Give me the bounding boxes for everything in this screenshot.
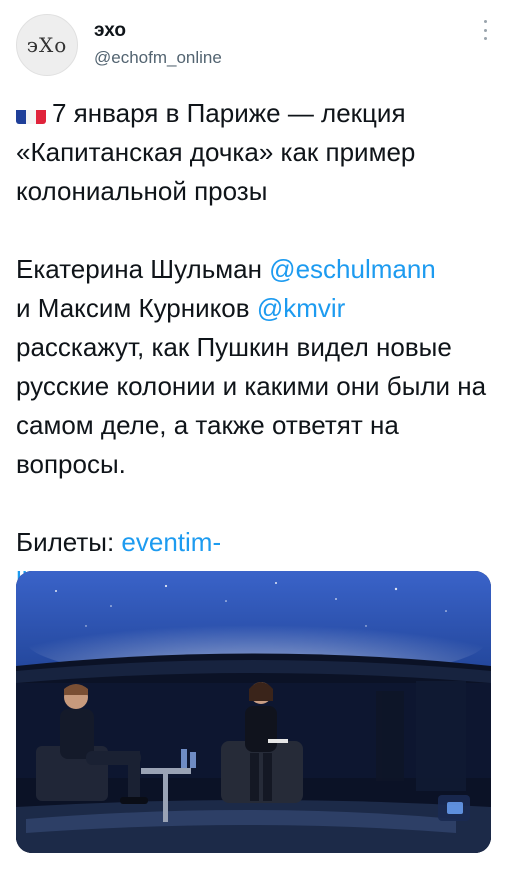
- event-photo-image: [16, 571, 491, 853]
- tweet-text: 7 января в Париже — лекция «Капитанская …: [16, 94, 490, 601]
- tickets-label: Билеты:: [16, 527, 122, 557]
- headline-text: 7 января в Париже — лекция «Капитанская …: [16, 98, 416, 206]
- speaker-name-1: Екатерина Шульман: [16, 254, 270, 284]
- tweet-paragraph-headline: 7 января в Париже — лекция «Капитанская …: [16, 94, 490, 211]
- tweet-media-photo[interactable]: [16, 571, 491, 853]
- mention-link-kmvir[interactable]: @kmvir: [257, 293, 346, 323]
- speaker-name-2: и Максим Курников: [16, 293, 257, 323]
- mention-link-eschulmann[interactable]: @eschulmann: [269, 254, 436, 284]
- user-info[interactable]: эхо @echofm_online: [94, 18, 222, 70]
- tweet-header: эХо эхо @echofm_online: [16, 14, 490, 80]
- avatar[interactable]: эХо: [16, 14, 78, 76]
- speakers-description: расскажут, как Пушкин видел новые русски…: [16, 332, 487, 479]
- tweet-paragraph-speakers: Екатерина Шульман @eschulmann и Максим Ку…: [16, 250, 490, 484]
- display-name[interactable]: эхо: [94, 18, 222, 44]
- tweet-card: эХо эхо @echofm_online 7 января в Париже…: [0, 0, 506, 869]
- more-vertical-icon[interactable]: [482, 20, 488, 40]
- france-flag-icon: [16, 103, 46, 124]
- user-handle[interactable]: @echofm_online: [94, 46, 222, 70]
